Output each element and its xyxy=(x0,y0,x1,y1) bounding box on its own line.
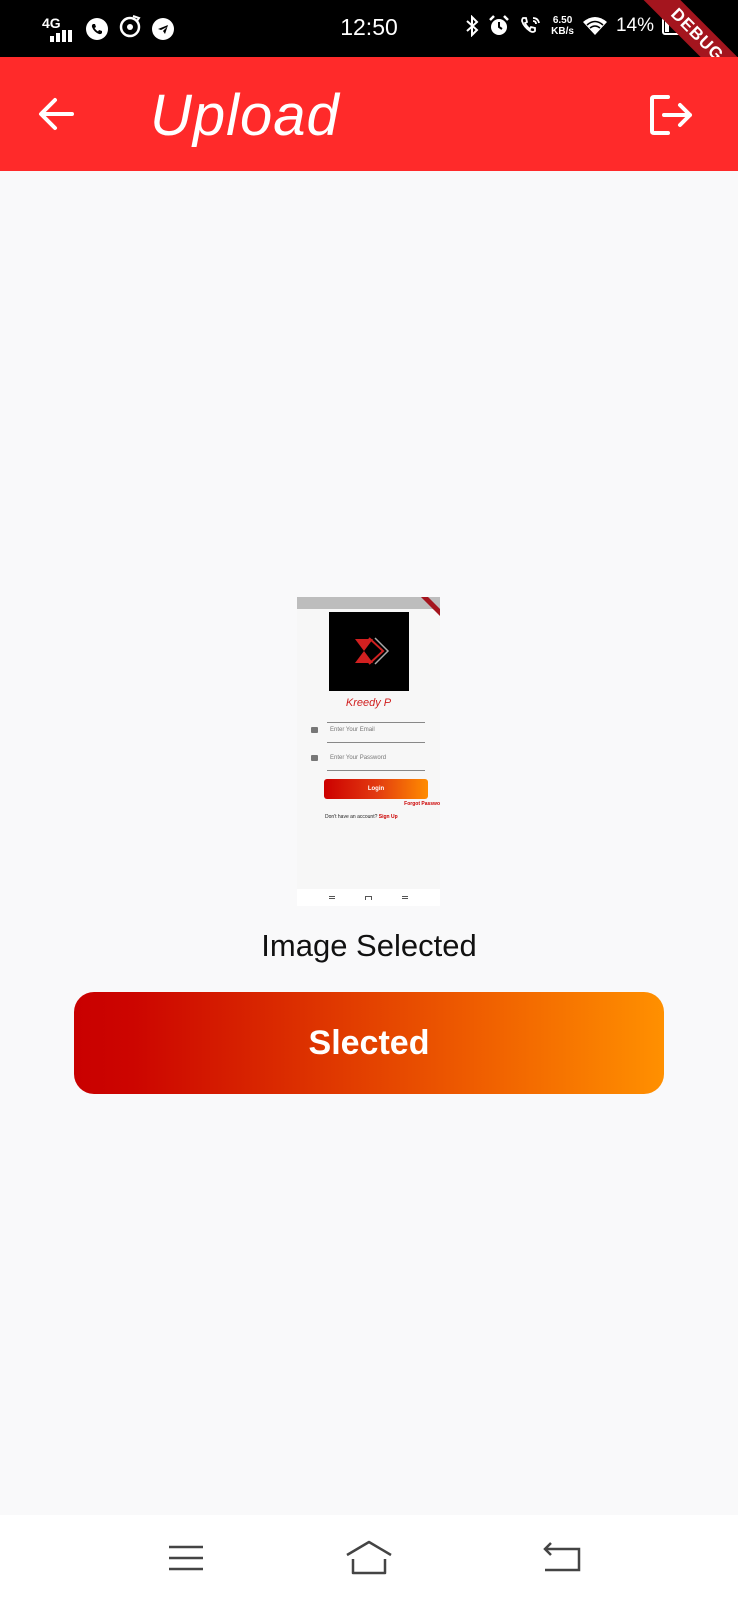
preview-email-placeholder: Enter Your Email xyxy=(330,727,375,733)
alarm-icon xyxy=(489,15,510,35)
back-button[interactable] xyxy=(36,93,78,135)
menu-button[interactable] xyxy=(162,1539,210,1577)
page-title: Upload xyxy=(150,83,340,148)
preview-login-button: Login xyxy=(324,779,428,799)
system-nav-bar xyxy=(0,1515,738,1600)
image-status-text: Image Selected xyxy=(261,928,477,963)
logout-button[interactable] xyxy=(648,93,694,137)
selected-image-preview: Kreedy P Enter Your Email Enter Your Pas… xyxy=(297,597,440,906)
selected-button[interactable]: Slected xyxy=(74,992,664,1094)
nav-back-button[interactable] xyxy=(540,1539,588,1577)
preview-email-underline xyxy=(327,742,425,743)
status-bar: 4G 12:50 6.50 KB/s 14% DEBUG xyxy=(0,0,738,98)
back-icon xyxy=(543,1542,581,1572)
preview-brand: Kreedy P xyxy=(345,697,392,709)
preview-status-bar xyxy=(297,597,440,609)
home-button[interactable] xyxy=(345,1539,393,1577)
preview-account-prompt: Don't have an account? Sign Up xyxy=(325,814,398,820)
home-icon xyxy=(346,1540,392,1575)
preview-password-placeholder: Enter Your Password xyxy=(330,755,387,761)
preview-password-underline xyxy=(327,770,425,771)
wifi-call-icon xyxy=(521,17,541,33)
menu-icon xyxy=(169,1545,203,1571)
logout-icon xyxy=(650,95,692,135)
preview-logo xyxy=(329,612,409,691)
preview-forgot-password: Forgot Passwo xyxy=(404,801,440,807)
battery-percent: 14% xyxy=(615,15,654,36)
lock-icon xyxy=(311,755,318,761)
preview-email-divider xyxy=(327,722,425,723)
preview-nav-bar xyxy=(297,889,440,906)
arrow-left-icon xyxy=(39,98,74,130)
wifi-icon xyxy=(582,17,607,35)
mail-icon xyxy=(311,727,318,733)
status-right-icons: 6.50 KB/s 14% xyxy=(465,14,690,38)
network-speed: 6.50 KB/s xyxy=(551,15,574,37)
bluetooth-icon xyxy=(466,15,479,37)
app-bar: Upload xyxy=(0,57,738,171)
